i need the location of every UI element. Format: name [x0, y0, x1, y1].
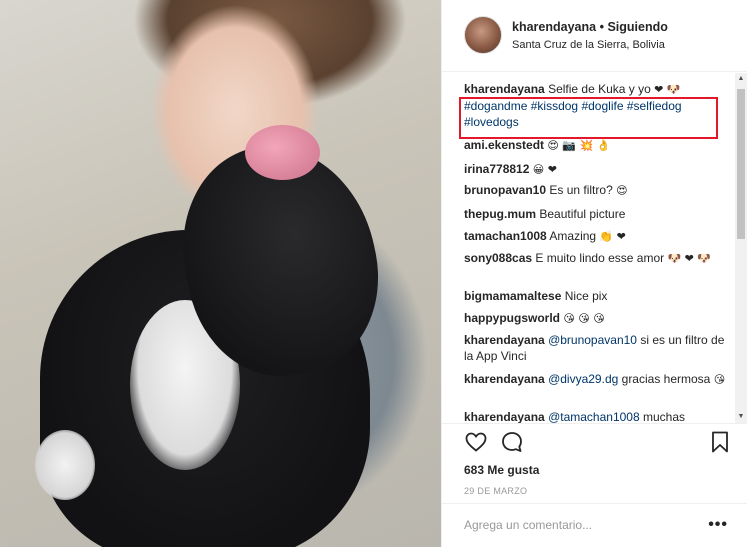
likes-count[interactable]: 683 Me gusta — [464, 463, 539, 477]
photo-dog-paw — [35, 430, 95, 500]
avatar[interactable] — [464, 16, 502, 54]
post-date: 29 DE MARZO — [464, 486, 528, 496]
scroll-down-arrow-icon[interactable]: ▼ — [735, 411, 747, 423]
mention-link[interactable]: @divya29.dg — [548, 372, 618, 386]
caption-text: Selfie de Kuka y yo — [548, 82, 651, 96]
post-actions: 683 Me gusta 29 DE MARZO — [442, 423, 747, 503]
comment-item: kharendayana @tamachan1008 muchas — [464, 409, 729, 423]
comment-username[interactable]: ami.ekenstedt — [464, 138, 544, 152]
comment-item: happypugsworld 😘 😘 😘 — [464, 310, 729, 327]
comment-username[interactable]: sony088cas — [464, 251, 532, 265]
comment-text: muchas — [642, 410, 686, 423]
comment-username[interactable]: kharendayana — [464, 410, 545, 423]
separator-dot: • — [599, 20, 604, 34]
caption-username[interactable]: kharendayana — [464, 82, 545, 96]
comment-emoji: 😘 — [713, 373, 726, 386]
comment-username[interactable]: irina778812 — [464, 162, 529, 176]
comment-item: tamachan1008 Amazing 👏 ❤ — [464, 228, 729, 245]
hashtag-highlight-box — [459, 97, 718, 139]
comment-item: kharendayana @divya29.dg gracias hermosa… — [464, 371, 729, 388]
post-sidebar: kharendayana • Siguiendo Santa Cruz de l… — [441, 0, 747, 547]
comment-emoji: 😍 📷 💥 👌 — [547, 139, 611, 152]
follow-status-button[interactable]: Siguiendo — [607, 20, 667, 34]
photo-dog-tongue — [245, 125, 320, 180]
comment-text: gracias hermosa — [621, 372, 711, 386]
bookmark-icon[interactable] — [708, 430, 734, 456]
username-link[interactable]: kharendayana — [512, 20, 596, 34]
comment-username[interactable]: thepug.mum — [464, 207, 536, 221]
post-header-user: kharendayana • Siguiendo — [512, 20, 668, 34]
comment-item: kharendayana @brunopavan10 si es un filt… — [464, 332, 729, 364]
caption-emoji: ❤ 🐶 — [654, 83, 681, 96]
scroll-up-arrow-icon[interactable]: ▲ — [735, 73, 747, 85]
post-header: kharendayana • Siguiendo Santa Cruz de l… — [442, 0, 747, 72]
comment-text: Beautiful picture — [539, 207, 626, 221]
comment-text: Es un filtro? — [549, 183, 613, 197]
mention-link[interactable]: @brunopavan10 — [548, 333, 637, 347]
comment-item: irina778812 😀 ❤ — [464, 161, 729, 178]
comment-item: sony088cas E muito lindo esse amor 🐶 ❤ 🐶 — [464, 250, 729, 267]
scrollbar-thumb[interactable] — [737, 89, 745, 239]
comment-emoji: 😀 ❤ — [532, 163, 557, 176]
comment-text: E muito lindo esse amor — [535, 251, 665, 265]
comment-username[interactable]: kharendayana — [464, 333, 545, 347]
comment-emoji: 😍 — [616, 184, 628, 197]
comment-emoji: 😘 😘 😘 — [563, 312, 605, 325]
comment-username[interactable]: tamachan1008 — [464, 229, 547, 243]
comment-text: Nice pix — [564, 289, 608, 303]
comment-username[interactable]: kharendayana — [464, 372, 545, 386]
add-comment-bar: ••• — [442, 503, 747, 547]
comment-input[interactable] — [464, 518, 684, 532]
comment-bubble-icon[interactable] — [500, 430, 526, 456]
post-photo[interactable] — [0, 0, 441, 547]
comment-item: ami.ekenstedt 😍 📷 💥 👌 — [464, 137, 729, 154]
heart-icon[interactable] — [464, 430, 490, 456]
comment-username[interactable]: brunopavan10 — [464, 183, 546, 197]
comments-scrollbar[interactable]: ▲ ▼ — [735, 73, 747, 423]
comment-item: brunopavan10 Es un filtro? 😍 — [464, 182, 729, 199]
comment-username[interactable]: happypugsworld — [464, 311, 560, 325]
more-options-icon[interactable]: ••• — [708, 516, 728, 534]
mention-link[interactable]: @tamachan1008 — [548, 410, 640, 423]
comment-emoji: 👏 ❤ — [599, 230, 626, 243]
comment-username[interactable]: bigmamamaltese — [464, 289, 561, 303]
comment-emoji: 🐶 ❤ 🐶 — [667, 252, 712, 265]
location-link[interactable]: Santa Cruz de la Sierra, Bolivia — [512, 39, 665, 51]
comment-item: thepug.mum Beautiful picture — [464, 206, 729, 223]
comment-item: bigmamamaltese Nice pix — [464, 288, 729, 305]
comment-text: Amazing — [549, 229, 597, 243]
